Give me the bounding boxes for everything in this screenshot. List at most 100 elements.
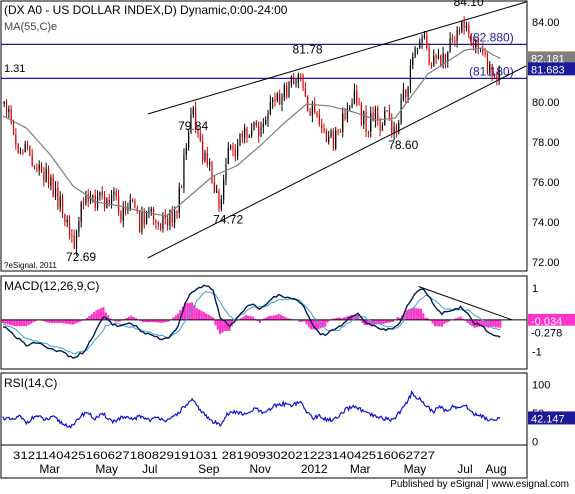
macd-histogram-bar — [62, 319, 65, 324]
candle-body — [288, 82, 290, 98]
macd-histogram-bar — [8, 319, 12, 325]
macd-histogram-bar — [195, 308, 198, 320]
macd-histogram-bar — [282, 316, 285, 320]
candle-body — [85, 195, 87, 204]
candle-body — [414, 48, 416, 57]
candle-body — [316, 112, 318, 116]
candle-body — [134, 200, 136, 209]
candle-body — [12, 123, 15, 135]
candle-body — [75, 231, 78, 249]
candle-body — [377, 108, 379, 120]
candle-body — [234, 149, 236, 157]
macd-histogram-bar — [205, 313, 208, 320]
macd-histogram-bar — [202, 312, 205, 320]
candle-body — [430, 65, 433, 67]
candle-body — [402, 89, 405, 100]
candle-body — [279, 93, 281, 105]
macd-histogram-bar — [95, 310, 98, 320]
candle-body — [297, 74, 299, 83]
macd-histogram-bar — [214, 319, 217, 326]
rsi-value-label: 42.147 — [531, 413, 565, 425]
candle-body — [192, 107, 194, 114]
price-tick-label: 74.00 — [532, 217, 560, 229]
macd-histogram-bar — [216, 319, 219, 330]
macd-histogram-bar — [438, 319, 441, 327]
macd-histogram-bar — [270, 315, 273, 320]
candle-body — [218, 191, 220, 209]
candle-body — [80, 202, 82, 222]
candle-body — [237, 145, 239, 157]
candle-body — [31, 155, 33, 167]
macd-histogram-bar — [13, 319, 16, 327]
candle-body — [437, 55, 440, 59]
x-month-label: May — [95, 462, 118, 476]
candle-body — [178, 187, 180, 214]
rsi-tick-label: 100 — [532, 379, 550, 391]
macd-histogram-bar — [443, 319, 446, 324]
rsi-title: RSI(14,C) — [4, 376, 57, 390]
x-month-label: Jul — [142, 462, 157, 476]
candle-body — [461, 20, 463, 32]
candle-body — [332, 130, 334, 149]
x-month-label: 2012 — [301, 462, 328, 476]
candle-body — [183, 154, 185, 189]
macd-histogram-bar — [422, 313, 425, 320]
macd-histogram-bar — [492, 319, 495, 327]
annotation-label: 72.69 — [66, 250, 96, 264]
x-day-ticks: 3121140425160627180829191031 28190930202… — [13, 450, 435, 462]
candle-body — [269, 102, 271, 114]
candle-body — [181, 187, 183, 189]
candle-body — [421, 38, 423, 43]
rsi-tick-label: 0 — [532, 437, 538, 449]
macd-histogram-bar — [90, 314, 93, 320]
candle-body — [3, 101, 5, 104]
ma-legend: MA(55,C)e — [4, 21, 57, 33]
macd-histogram-bar — [29, 319, 33, 324]
candle-body — [470, 34, 472, 42]
macd-histogram-bar — [64, 319, 68, 324]
candle-body — [293, 76, 295, 84]
candle-body — [141, 211, 143, 233]
macd-histogram-bar — [324, 319, 327, 327]
candle-body — [276, 93, 278, 101]
candle-body — [419, 42, 421, 48]
candle-body — [440, 55, 442, 65]
candle-body — [435, 55, 437, 59]
candle-body — [498, 69, 500, 80]
macd-histogram-bar — [305, 319, 308, 325]
candle-body — [239, 133, 241, 146]
candle-body — [99, 191, 101, 197]
candle-body — [61, 196, 64, 215]
macd-value-label: -0.278 — [531, 328, 562, 340]
macd-histogram-bar — [92, 312, 96, 320]
macd-histogram-bar — [249, 316, 252, 320]
macd-histogram-bar — [494, 319, 497, 328]
candle-body — [202, 140, 204, 161]
level-label: (81.180) — [469, 64, 514, 78]
candle-body — [40, 164, 43, 172]
candle-body — [244, 128, 246, 138]
macd-histogram-bar — [193, 305, 196, 320]
candle-body — [349, 107, 351, 109]
candle-body — [241, 133, 243, 138]
macd-histogram-bar — [25, 319, 28, 327]
candle-body — [78, 221, 80, 232]
candle-body — [356, 90, 358, 105]
macd-histogram-bar — [209, 316, 212, 320]
candle-body — [251, 129, 253, 136]
candle-body — [59, 196, 61, 208]
candle-body — [454, 40, 456, 42]
macd-histogram-bar — [20, 319, 23, 327]
candle-body — [489, 64, 491, 74]
candle-body — [286, 85, 288, 98]
candle-body — [15, 134, 17, 145]
candle-body — [162, 214, 164, 229]
candle-body — [265, 120, 267, 125]
candle-body — [330, 130, 332, 137]
macd-histogram-bar — [99, 308, 103, 320]
candle-body — [393, 126, 395, 134]
candle-body — [337, 130, 339, 132]
candle-body — [363, 111, 365, 125]
x-month-label: Mar — [350, 462, 371, 476]
candle-body — [206, 152, 208, 165]
